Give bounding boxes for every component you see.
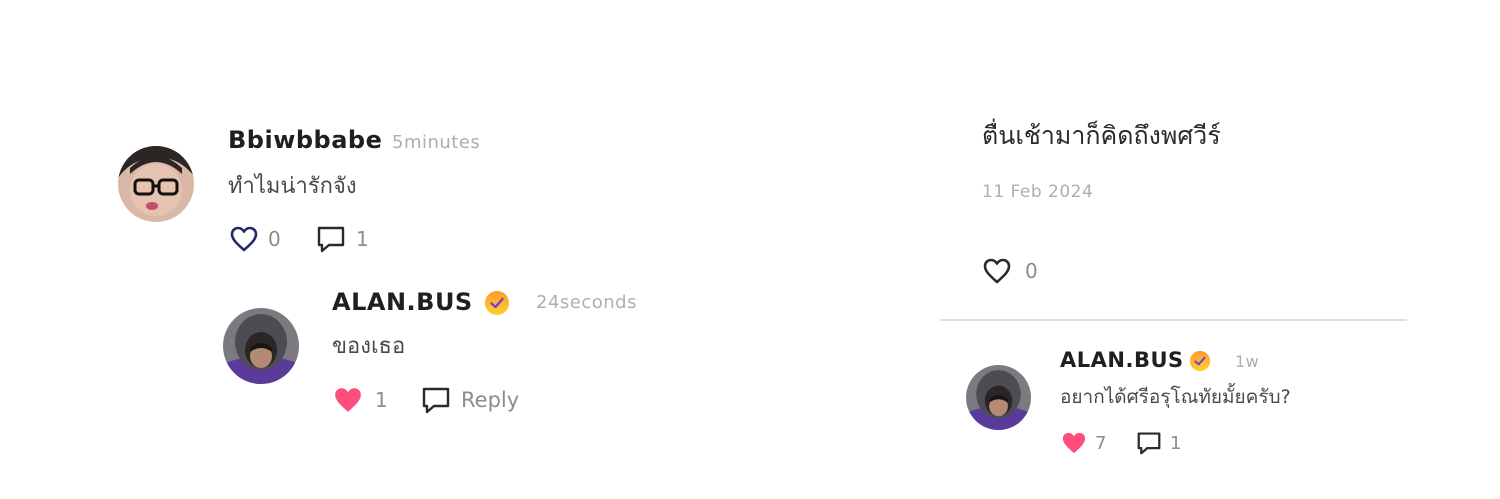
heart-filled-icon: [1061, 431, 1087, 455]
post-like-count: 0: [1025, 259, 1038, 283]
reply-label: Reply: [461, 388, 520, 412]
reply-text: ของเธอ: [332, 334, 406, 359]
comment-bubble-icon: [316, 225, 346, 253]
reply-like-count: 1: [375, 388, 388, 412]
comment-replies-button[interactable]: 1: [316, 224, 369, 254]
comment-timestamp: 5minutes: [392, 132, 481, 153]
avatar[interactable]: [223, 308, 299, 384]
verified-badge-icon: [484, 290, 510, 316]
comment-username[interactable]: Bbiwbbabe: [228, 126, 382, 154]
heart-filled-icon: [333, 386, 363, 414]
divider: [940, 319, 1407, 321]
post-comment-like-button[interactable]: 7: [1061, 430, 1106, 456]
avatar[interactable]: [118, 146, 194, 222]
heart-outline-icon: [983, 258, 1011, 284]
post-comment-timestamp: 1w: [1235, 352, 1260, 371]
post-comment-reply-count: 1: [1170, 432, 1182, 454]
post-like-button[interactable]: 0: [983, 256, 1038, 286]
reply-button[interactable]: Reply: [421, 385, 519, 415]
comment-reply-count: 1: [356, 227, 369, 251]
comment-like-button[interactable]: 0: [230, 224, 281, 254]
post-text: ตื่นเช้ามาก็คิดถึงพศวีร์: [982, 121, 1221, 150]
comment-like-count: 0: [268, 227, 281, 251]
reply-like-button[interactable]: 1: [333, 385, 388, 415]
verified-badge-icon: [1189, 350, 1211, 372]
reply-timestamp: 24seconds: [536, 292, 637, 313]
post-comment-like-count: 7: [1095, 432, 1107, 454]
comment-bubble-icon: [1136, 431, 1162, 455]
reply-username[interactable]: ALAN.BUS: [332, 288, 473, 316]
avatar[interactable]: [966, 365, 1031, 430]
post-date: 11 Feb 2024: [982, 182, 1094, 202]
comment-text: ทำไมน่ารักจัง: [228, 174, 357, 199]
post-comment-text: อยากได้ศรีอรุโณทัยมั้ยครับ?: [1060, 386, 1291, 408]
post-comment-username[interactable]: ALAN.BUS: [1060, 348, 1184, 372]
post-comment-replies-button[interactable]: 1: [1136, 430, 1181, 456]
heart-outline-icon: [230, 226, 258, 252]
comment-bubble-icon: [421, 386, 451, 414]
